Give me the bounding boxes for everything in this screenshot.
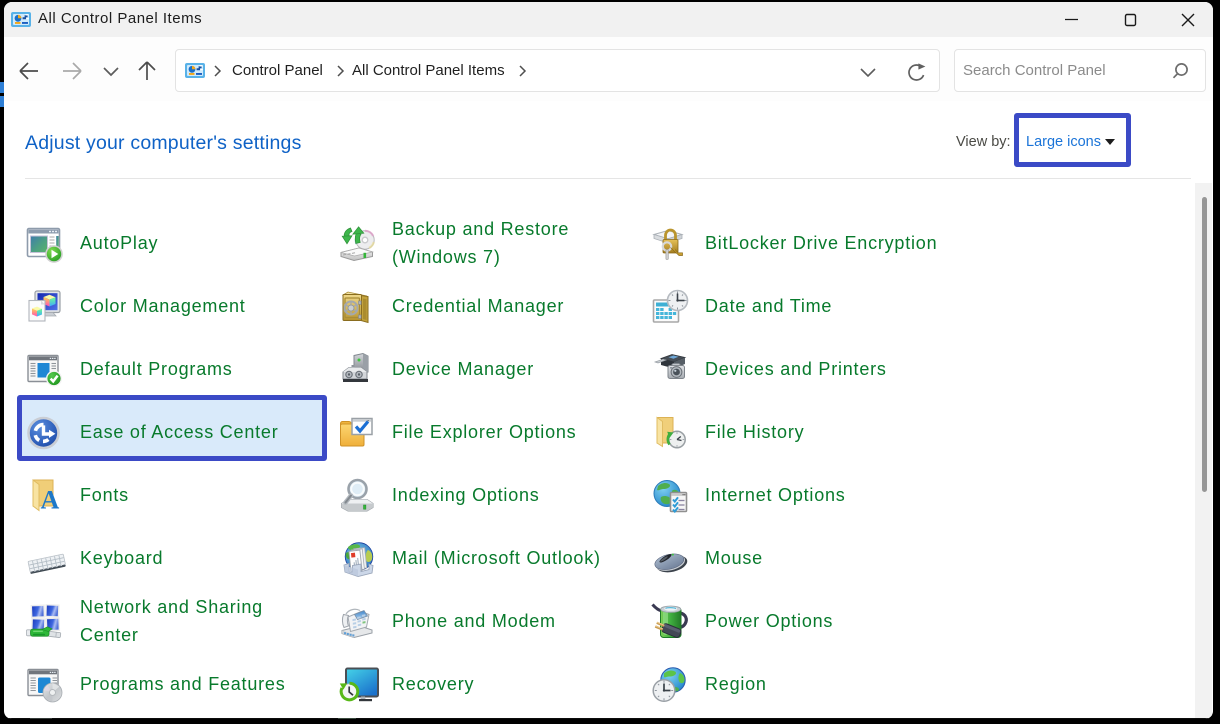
svg-text:A: A (41, 486, 60, 515)
